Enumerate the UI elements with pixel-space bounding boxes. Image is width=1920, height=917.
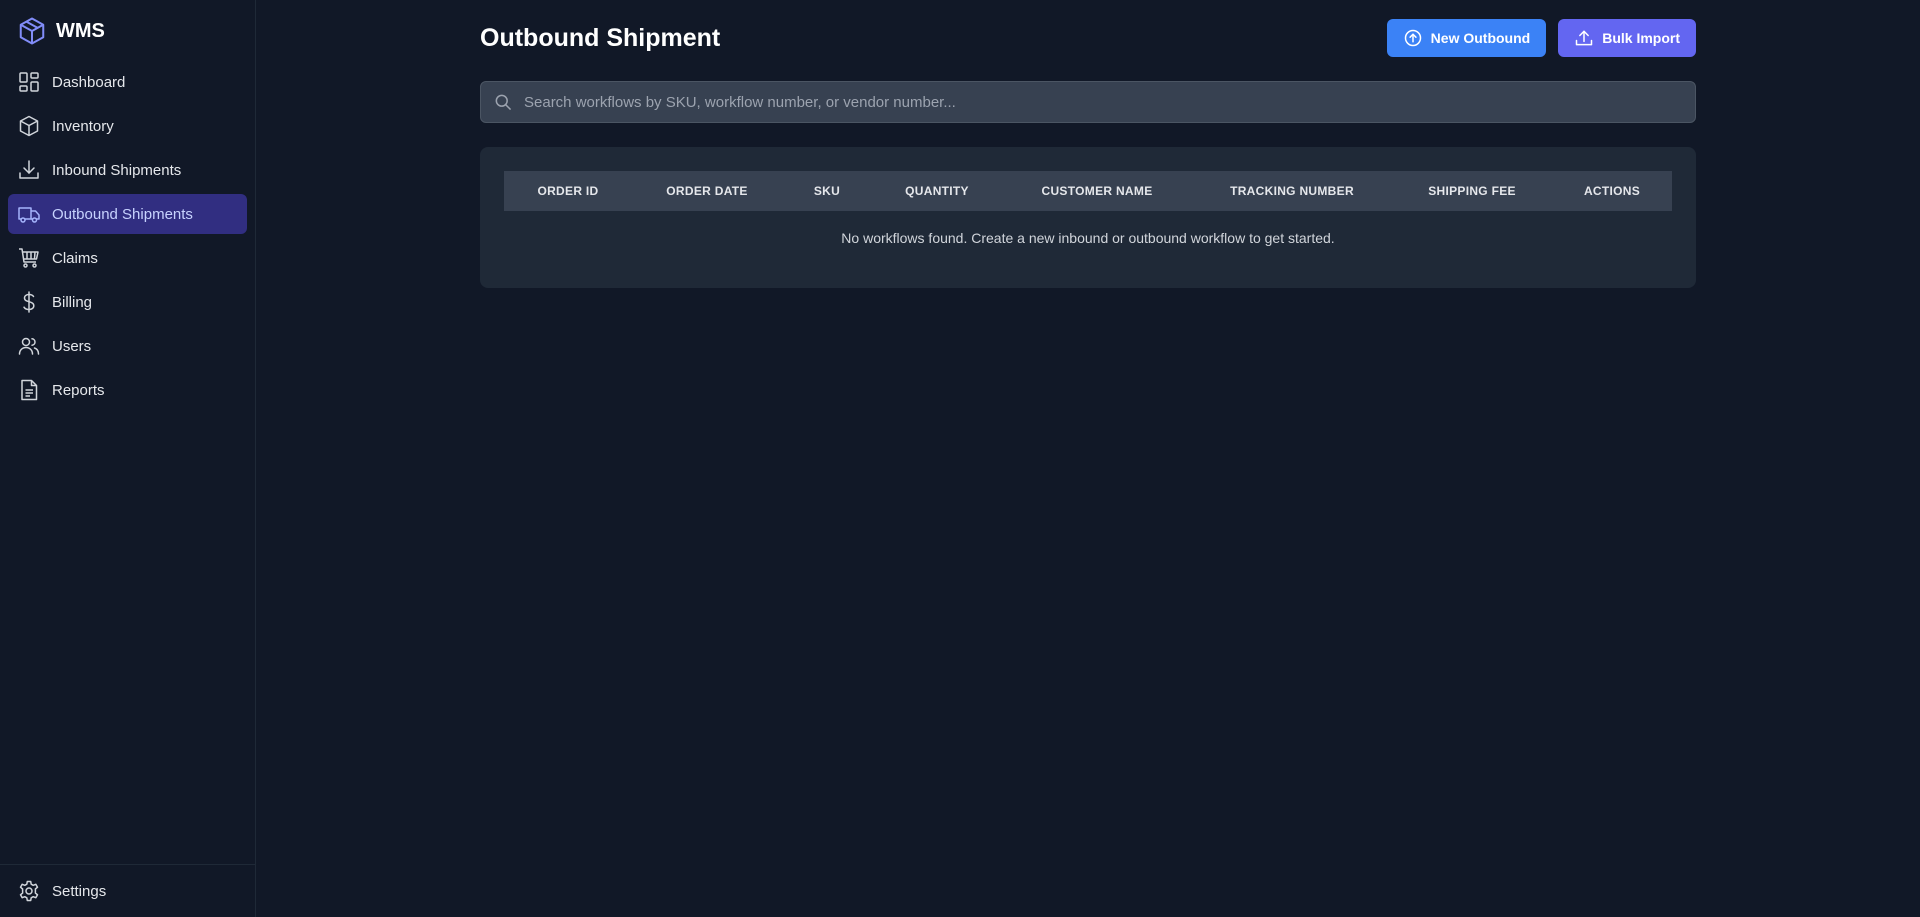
column-header-order-id[interactable]: Order ID xyxy=(504,171,632,211)
column-header-quantity[interactable]: Quantity xyxy=(872,171,1002,211)
shipments-table: Order ID Order Date SKU Quantity Custome… xyxy=(504,171,1672,264)
sidebar-item-inbound-shipments[interactable]: Inbound Shipments xyxy=(8,150,247,190)
column-header-sku[interactable]: SKU xyxy=(782,171,872,211)
dashboard-icon xyxy=(17,70,41,94)
sidebar-footer: Settings xyxy=(0,864,255,917)
page-header: Outbound Shipment New Outbound Bulk Impo… xyxy=(480,18,1696,58)
sidebar-item-label: Users xyxy=(52,337,92,355)
box-icon xyxy=(17,114,41,138)
download-icon xyxy=(17,158,41,182)
sidebar-item-label: Settings xyxy=(52,882,107,900)
app: WMS Dashboard Inventory Inbound Shipment… xyxy=(0,0,1920,917)
sidebar-item-settings[interactable]: Settings xyxy=(8,871,247,911)
sidebar-item-label: Inventory xyxy=(52,117,114,135)
arrow-up-circle-icon xyxy=(1404,29,1421,47)
truck-icon xyxy=(17,202,41,226)
sidebar-item-reports[interactable]: Reports xyxy=(8,370,247,410)
column-header-order-date[interactable]: Order Date xyxy=(632,171,782,211)
upload-icon xyxy=(1575,30,1593,46)
sidebar-item-label: Billing xyxy=(52,293,93,311)
document-icon xyxy=(17,378,41,402)
sidebar-item-users[interactable]: Users xyxy=(8,326,247,366)
sidebar-item-label: Dashboard xyxy=(52,73,126,91)
bulk-import-label: Bulk Import xyxy=(1602,30,1680,46)
sidebar-item-label: Outbound Shipments xyxy=(52,205,193,223)
page-title: Outbound Shipment xyxy=(480,23,721,52)
new-outbound-button[interactable]: New Outbound xyxy=(1386,19,1547,57)
brand[interactable]: WMS xyxy=(0,0,255,62)
column-header-tracking-number[interactable]: Tracking Number xyxy=(1192,171,1392,211)
search-bar xyxy=(480,81,1696,123)
sidebar-item-inventory[interactable]: Inventory xyxy=(8,106,247,146)
sidebar-item-dashboard[interactable]: Dashboard xyxy=(8,62,247,102)
users-icon xyxy=(17,334,41,358)
sidebar-nav: Dashboard Inventory Inbound Shipments Ou… xyxy=(0,62,255,414)
brand-name: WMS xyxy=(56,19,105,42)
column-header-customer-name[interactable]: Customer Name xyxy=(1002,171,1192,211)
cube-logo-icon xyxy=(19,17,45,45)
search-input[interactable] xyxy=(513,82,1695,122)
column-header-actions: Actions xyxy=(1583,184,1641,198)
sidebar-item-billing[interactable]: Billing xyxy=(8,282,247,322)
header-actions: New Outbound Bulk Import xyxy=(1386,19,1696,57)
gear-icon xyxy=(17,879,41,903)
search-icon xyxy=(493,92,513,112)
dollar-icon xyxy=(17,290,41,314)
sidebar: WMS Dashboard Inventory Inbound Shipment… xyxy=(0,0,256,917)
cart-icon xyxy=(17,246,41,270)
sidebar-item-claims[interactable]: Claims xyxy=(8,238,247,278)
sidebar-item-label: Claims xyxy=(52,249,98,267)
table-header-row: Order ID Order Date SKU Quantity Custome… xyxy=(504,171,1672,211)
new-outbound-label: New Outbound xyxy=(1430,30,1531,46)
sidebar-item-outbound-shipments[interactable]: Outbound Shipments xyxy=(8,194,247,234)
column-header-shipping-fee[interactable]: Shipping Fee xyxy=(1392,171,1552,211)
main-content: Outbound Shipment New Outbound Bulk Impo… xyxy=(256,0,1920,917)
empty-state-message: No workflows found. Create a new inbound… xyxy=(841,229,1335,246)
sidebar-item-label: Reports xyxy=(52,381,105,399)
shipments-table-card: Order ID Order Date SKU Quantity Custome… xyxy=(480,147,1696,288)
sidebar-item-label: Inbound Shipments xyxy=(52,161,182,179)
empty-state-row: No workflows found. Create a new inbound… xyxy=(504,211,1672,264)
bulk-import-button[interactable]: Bulk Import xyxy=(1558,19,1696,57)
